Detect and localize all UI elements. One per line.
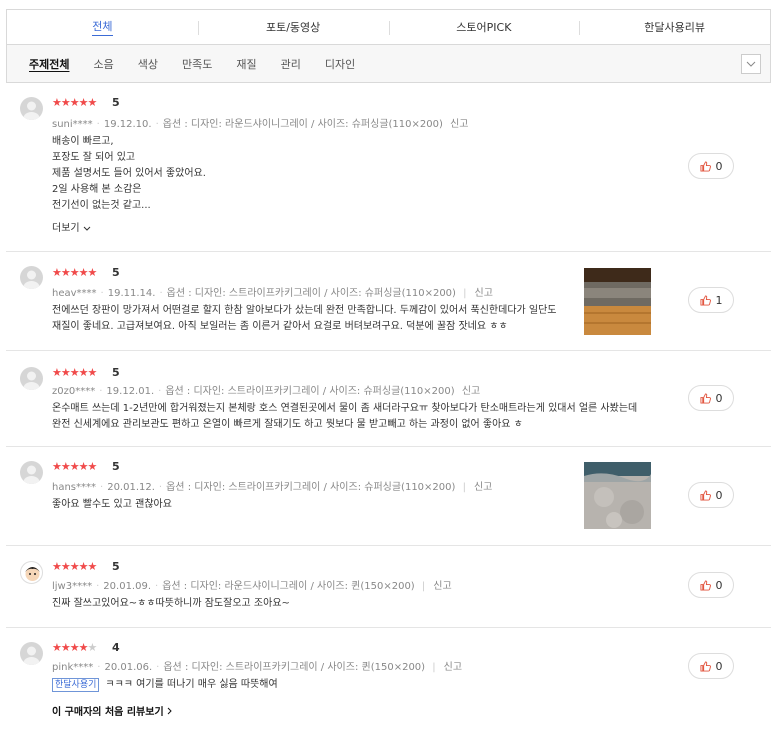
review-body: 온수매트 쓰는데 1-2년만에 합거워졌는지 본체랑 호스 연결된곳에서 물이 … [52, 403, 638, 430]
review-body: 전에쓰던 장판이 망가져서 어떤걸로 할지 한참 알아보다가 샀는데 완전 만족… [52, 305, 557, 332]
review-photo[interactable] [584, 268, 651, 335]
reviewer-id: ljw3**** [52, 581, 93, 592]
thumbs-up-icon [699, 489, 711, 501]
review-meta: heav**** · 19.11.14. · 옵션 : 디자인: 스트라이프카키그레이 … [52, 288, 493, 299]
star-rating: ★★★★★ [52, 460, 97, 473]
review-body: 배송이 빠르고, 포장도 잘 되어 있고 제품 설명서도 들어 있어서 좋았어요… [52, 136, 206, 211]
review-meta: suni**** · 19.12.10. · 옵션 : 디자인: 라운드샤이니그레이 /… [52, 119, 469, 130]
review-option: 옵션 : 디자인: 라운드샤이니그레이 / 사이즈: 슈퍼싱글(110×200) [162, 119, 443, 130]
star-rating: ★★★★★ [52, 641, 97, 654]
review-meta: hans**** · 20.01.12. · 옵션 : 디자인: 스트라이프카키그레이 … [52, 482, 493, 493]
review-meta: ljw3**** · 20.01.09. · 옵션 : 디자인: 라운드샤이니그레이 /… [52, 581, 452, 592]
report-link[interactable]: 신고 [433, 581, 451, 592]
tab-photo-video[interactable]: 포토/동영상 [197, 10, 389, 44]
reviewer-id: hans**** [52, 482, 97, 493]
like-button[interactable]: 0 [688, 153, 734, 179]
review-photo[interactable] [584, 462, 651, 529]
avatar [20, 367, 43, 390]
review-date: 20.01.06. [104, 662, 153, 673]
report-link[interactable]: 신고 [474, 482, 492, 493]
tab-month-review[interactable]: 한달사용리뷰 [579, 10, 770, 44]
filter-design[interactable]: 디자인 [325, 56, 355, 72]
review-date: 19.11.14. [107, 288, 156, 299]
avatar [20, 561, 43, 584]
rating-score: 5 [112, 366, 120, 379]
report-link[interactable]: 신고 [450, 119, 468, 130]
avatar [20, 97, 43, 120]
chevron-right-icon [167, 707, 172, 715]
review-item: ★★★★★ 4 pink**** · 20.01.06. · 옵션 : 디자인: 스트라… [6, 628, 771, 730]
avatar [20, 642, 43, 665]
reviewer-id: z0z0**** [52, 386, 96, 397]
report-link[interactable]: 신고 [462, 386, 480, 397]
filter-color[interactable]: 색상 [138, 56, 158, 72]
thumbs-up-icon [699, 160, 711, 172]
filter-noise[interactable]: 소음 [93, 56, 113, 72]
review-option: 옵션 : 디자인: 스트라이프카키그레이 / 사이즈: 슈퍼싱글(110×200… [166, 288, 456, 299]
rating-score: 5 [112, 96, 120, 109]
rating-score: 5 [112, 560, 120, 573]
filter-material[interactable]: 재질 [236, 56, 256, 72]
avatar [20, 461, 43, 484]
filter-all-topics[interactable]: 주제전체 [29, 56, 69, 72]
tab-store-pick[interactable]: 스토어PICK [388, 10, 580, 44]
review-option: 옵션 : 디자인: 스트라이프카키그레이 / 사이즈: 슈퍼싱글(110×200… [165, 386, 455, 397]
rating-score: 5 [112, 266, 120, 279]
like-button[interactable]: 0 [688, 385, 734, 411]
review-item: ★★★★★ 5 ljw3**** · 20.01.09. · 옵션 : 디자인: 라운드… [6, 546, 771, 628]
review-body: 좋아요 빨수도 있고 괜찮아요 [52, 499, 172, 510]
topic-filter-bar: 주제전체 소음 색상 만족도 재질 관리 디자인 [6, 45, 771, 83]
report-link[interactable]: 신고 [475, 288, 493, 299]
review-date: 20.01.12. [107, 482, 155, 493]
star-rating: ★★★★★ [52, 266, 97, 279]
review-meta: z0z0**** · 19.12.01. · 옵션 : 디자인: 스트라이프카키그레이 … [52, 386, 481, 397]
rating-score: 5 [112, 460, 120, 473]
review-item: ★★★★★ 5 suni**** · 19.12.10. · 옵션 : 디자인: 라운드… [6, 83, 771, 252]
review-date: 19.12.10. [103, 119, 152, 130]
reviewer-id: heav**** [52, 288, 97, 299]
chevron-down-icon [83, 226, 91, 231]
thumbs-up-icon [699, 392, 711, 404]
month-review-badge: 한달사용기 [52, 678, 100, 692]
reviewer-id: pink**** [52, 662, 94, 673]
like-button[interactable]: 0 [688, 653, 734, 679]
like-button[interactable]: 0 [688, 572, 734, 598]
report-link[interactable]: 신고 [444, 662, 462, 673]
rating-score: 4 [112, 641, 120, 654]
avatar [20, 266, 43, 289]
review-item: ★★★★★ 5 heav**** · 19.11.14. · 옵션 : 디자인: 스트라… [6, 252, 771, 351]
review-body: 진짜 잘쓰고있어요~ㅎㅎ따뜻하니까 잠도잘오고 조아요~ [52, 598, 290, 609]
filter-satisfaction[interactable]: 만족도 [182, 56, 212, 72]
review-date: 19.12.01. [106, 386, 155, 397]
read-more-link[interactable]: 더보기 [52, 219, 91, 234]
review-option: 옵션 : 디자인: 스트라이프카키그레이 / 사이즈: 퀸(150×200) [163, 662, 426, 673]
star-rating: ★★★★★ [52, 560, 97, 573]
review-item: ★★★★★ 5 z0z0**** · 19.12.01. · 옵션 : 디자인: 스트라… [6, 351, 771, 447]
review-meta: pink**** · 20.01.06. · 옵션 : 디자인: 스트라이프카키그레이 … [52, 662, 463, 673]
review-date: 20.01.09. [103, 581, 152, 592]
thumbs-up-icon [699, 660, 711, 672]
chevron-down-icon [746, 61, 756, 67]
like-button[interactable]: 0 [688, 482, 734, 508]
thumbs-up-icon [699, 579, 711, 591]
expand-filters-button[interactable] [741, 54, 761, 74]
tab-all[interactable]: 전체 [7, 10, 198, 44]
star-rating: ★★★★★ [52, 96, 97, 109]
thumbs-up-icon [699, 294, 711, 306]
like-button[interactable]: 1 [688, 287, 734, 313]
review-body: 한달사용기 ㅋㅋㅋ 여기를 떠나기 매우 싫음 따뜻해여 [52, 677, 278, 693]
review-tabs: 전체 포토/동영상 스토어PICK 한달사용리뷰 [6, 9, 771, 45]
review-option: 옵션 : 디자인: 스트라이프카키그레이 / 사이즈: 슈퍼싱글(110×200… [166, 482, 456, 493]
star-rating: ★★★★★ [52, 366, 97, 379]
review-item: ★★★★★ 5 hans**** · 20.01.12. · 옵션 : 디자인: 스트라… [6, 447, 771, 546]
review-option: 옵션 : 디자인: 라운드샤이니그레이 / 사이즈: 퀸(150×200) [162, 581, 415, 592]
first-review-link[interactable]: 이 구매자의 처음 리뷰보기 [52, 703, 172, 718]
filter-care[interactable]: 관리 [281, 56, 301, 72]
reviewer-id: suni**** [52, 119, 93, 130]
